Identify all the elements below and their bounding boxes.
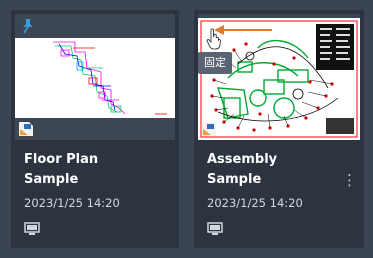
pin-tooltip: 固定 (198, 52, 232, 74)
monitor-icon (207, 222, 223, 235)
drawing-file-icon (202, 122, 216, 136)
file-card-floor-plan[interactable]: Floor Plan Sample 2023/1/25 14:20 (11, 10, 179, 248)
card-title: Assembly Sample (207, 152, 278, 187)
drawing-preview (198, 18, 360, 140)
pin-icon[interactable] (21, 18, 35, 34)
modified-date: 2023/1/25 14:20 (207, 196, 303, 210)
card-title: Floor Plan Sample (24, 152, 99, 187)
hand-cursor-icon (206, 28, 221, 50)
drawing-preview (15, 38, 175, 118)
file-card-assembly[interactable]: 固定 Assembly Sample ⋮ 2023/1/25 14:20 (194, 10, 364, 248)
arrow-icon (214, 25, 272, 35)
monitor-icon (24, 222, 40, 235)
more-options-button[interactable]: ⋮ (342, 170, 357, 190)
thumbnail[interactable] (15, 14, 175, 140)
modified-date: 2023/1/25 14:20 (24, 196, 120, 210)
drawing-file-icon (19, 122, 33, 136)
thumbnail[interactable]: 固定 (198, 14, 360, 140)
